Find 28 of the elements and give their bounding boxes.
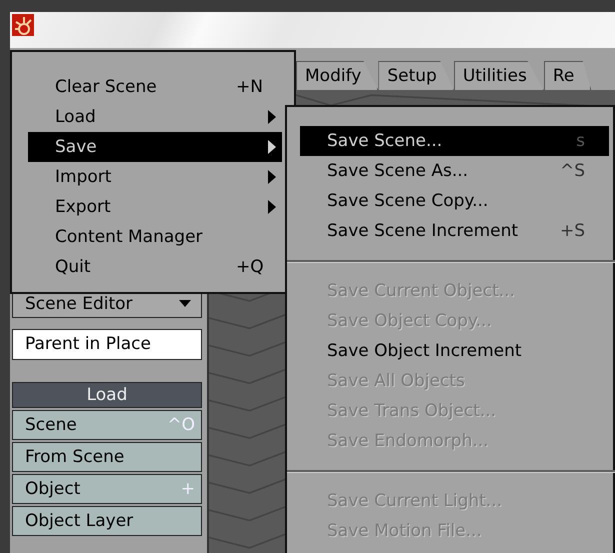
submenu-arrow-icon [268, 170, 276, 184]
submenu-arrow-icon [268, 200, 276, 214]
tab[interactable]: Re [544, 61, 592, 90]
input-field[interactable]: Parent in Place [12, 329, 202, 360]
submenu-arrow-icon [268, 140, 276, 154]
menu-item[interactable]: Save [28, 132, 282, 162]
tab[interactable]: Utilities [454, 61, 544, 90]
section-header: Load [12, 382, 202, 408]
menu-item[interactable]: Content Manager [28, 222, 282, 252]
tab[interactable]: Modify [296, 61, 378, 90]
menu-item[interactable]: Clear Scene +N [28, 72, 282, 102]
menu-item[interactable]: Quit +Q [28, 252, 282, 282]
submenu-arrow-icon [268, 110, 276, 124]
tab[interactable]: Setup [378, 61, 454, 90]
menu-item[interactable]: Save Scene As... ^S [300, 156, 609, 186]
load-button[interactable]: From Scene [12, 442, 202, 472]
caret-icon [179, 300, 191, 307]
menu-item[interactable]: Import [28, 162, 282, 192]
menu-item[interactable]: Load [28, 102, 282, 132]
menu-item[interactable]: Save Scene... s [300, 126, 609, 156]
load-button[interactable]: Object + [12, 474, 202, 504]
load-button[interactable]: Scene ^O [12, 410, 202, 440]
menu-item[interactable]: Export [28, 192, 282, 222]
menu-item[interactable]: Save Scene Increment +S [300, 216, 609, 246]
menu-item[interactable]: Save Object Increment [300, 336, 609, 366]
menu-item[interactable]: Save Scene Copy... [300, 186, 609, 216]
load-button[interactable]: Object Layer [12, 506, 202, 536]
sun-logo-icon [12, 14, 34, 36]
